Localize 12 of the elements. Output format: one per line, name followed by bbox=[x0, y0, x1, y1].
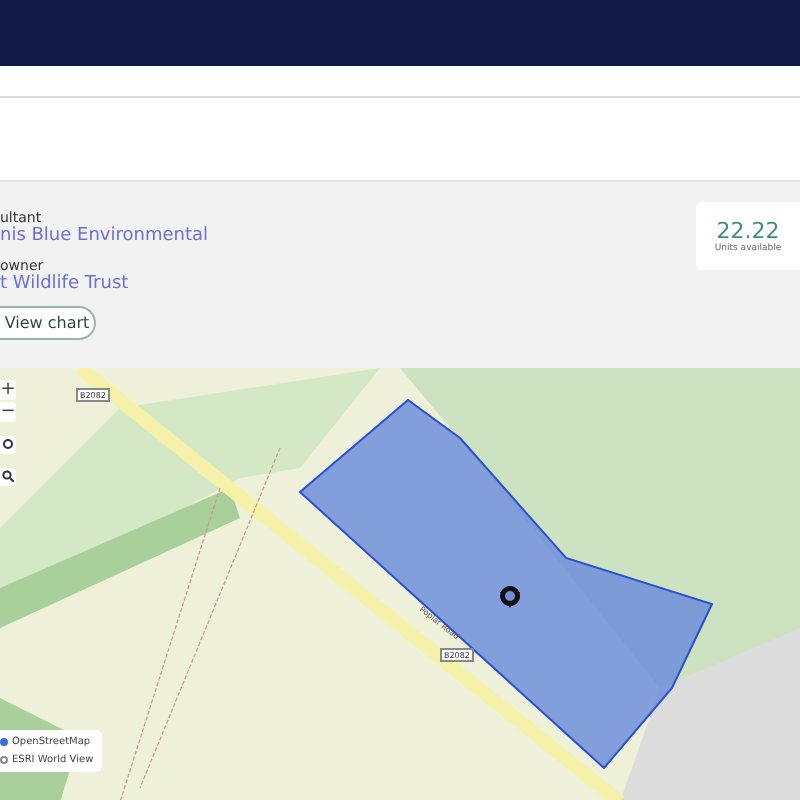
consultant-name: nis Blue Environmental bbox=[0, 226, 209, 246]
locate-button[interactable] bbox=[0, 436, 16, 454]
units-value: 22.22 bbox=[716, 218, 780, 244]
zoom-in-button[interactable]: + bbox=[0, 380, 16, 400]
search-icon bbox=[2, 470, 14, 482]
layer-radio[interactable] bbox=[0, 738, 8, 746]
locate-icon bbox=[2, 438, 14, 450]
owner-name: t Wildlife Trust bbox=[0, 274, 131, 294]
search-button[interactable] bbox=[0, 468, 16, 486]
layer-radio[interactable] bbox=[0, 756, 8, 764]
zoom-out-button[interactable]: − bbox=[0, 402, 16, 422]
view-chart-button[interactable]: View chart bbox=[0, 306, 96, 340]
